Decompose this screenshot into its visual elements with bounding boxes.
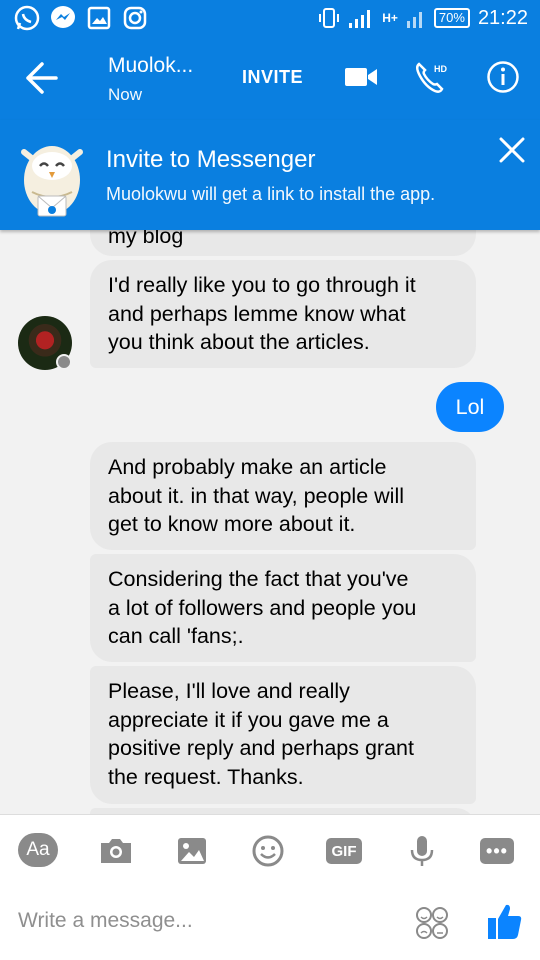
message-line: Considering the fact that you've <box>108 567 409 591</box>
video-call-icon[interactable] <box>344 62 378 92</box>
conversation-header: Muolok... Now INVITE HD <box>0 36 540 120</box>
message-line: a lot of followers and people you <box>108 595 417 620</box>
thumbs-up-icon[interactable] <box>486 901 522 941</box>
vibrate-icon <box>319 8 340 28</box>
message-bubble-outgoing[interactable]: Lol <box>436 382 504 432</box>
message-line: get to know more about it. <box>108 512 356 536</box>
message-bubble-incoming[interactable]: I'd really like you to go through it and… <box>90 260 476 368</box>
system-indicators: H+ 70% 21:22 <box>318 4 528 32</box>
messenger-icon <box>51 6 75 28</box>
hd-label: HD <box>434 64 447 74</box>
invite-banner[interactable]: Invite to Messenger Muolokwu will get a … <box>0 120 540 230</box>
close-icon[interactable] <box>498 136 526 164</box>
battery-indicator: 70% <box>433 8 470 28</box>
message-line: you think about the articles. <box>108 330 370 354</box>
message-line: and perhaps lemme know what <box>108 301 406 326</box>
status-bar: H+ 70% 21:22 <box>0 0 540 36</box>
message-text: my blog <box>108 230 184 248</box>
message-list[interactable]: my blog I'd really like you to go throug… <box>0 230 540 814</box>
owl-mascot-icon <box>21 146 83 217</box>
gif-button[interactable]: GIF <box>326 838 362 864</box>
message-line: appreciate it if you gave me a <box>108 707 389 732</box>
contact-title[interactable]: Muolok... Now <box>108 54 193 106</box>
message-line: positive reply and perhaps grant <box>108 736 414 760</box>
text-format-button[interactable]: Aa <box>18 833 58 867</box>
signal-icon-2 <box>406 12 422 28</box>
camera-icon[interactable] <box>96 833 136 869</box>
invite-button[interactable]: INVITE <box>242 67 303 88</box>
notification-icons <box>14 5 148 31</box>
sticker-faces-icon[interactable] <box>414 905 450 941</box>
hd-call-icon[interactable]: HD <box>414 60 450 94</box>
emoji-icon[interactable] <box>248 833 288 869</box>
microphone-icon[interactable] <box>402 833 442 869</box>
message-line: I'd really like you to go through it <box>108 273 416 297</box>
gallery-icon[interactable] <box>172 833 212 869</box>
message-bubble-incoming[interactable]: And probably make an article about it. i… <box>90 442 476 550</box>
gallery-icon <box>87 6 111 30</box>
composer-toolbar: Aa GIF ••• <box>0 833 540 873</box>
banner-title: Invite to Messenger <box>106 146 316 173</box>
message-line: can call 'fans;. <box>108 624 244 648</box>
composer: Aa GIF ••• <box>0 814 540 960</box>
message-line: the request. Thanks. <box>108 764 304 789</box>
message-line: Please, I'll love and really <box>108 679 350 703</box>
message-line: And probably make an article <box>108 455 387 479</box>
message-line: about it. in that way, people will <box>108 483 404 508</box>
instagram-icon <box>123 6 147 30</box>
message-bubble-incoming[interactable]: my blog <box>90 230 476 256</box>
whatsapp-icon <box>14 5 40 31</box>
info-icon[interactable] <box>486 60 520 94</box>
signal-icon <box>349 10 371 28</box>
back-arrow-icon[interactable] <box>22 60 62 96</box>
message-bubble-incoming[interactable]: Considering the fact that you've a lot o… <box>90 554 476 662</box>
more-options-button[interactable]: ••• <box>480 838 514 864</box>
contact-name: Muolok... <box>108 54 194 77</box>
banner-subtitle: Muolokwu will get a link to install the … <box>106 184 436 204</box>
message-input[interactable] <box>18 909 398 933</box>
contact-status: Now <box>108 85 143 104</box>
message-bubble-incoming[interactable]: Please, I'll love and really appreciate … <box>90 666 476 804</box>
clock: 21:22 <box>477 6 528 29</box>
network-type-label: H+ <box>382 11 398 25</box>
facebook-badge-icon <box>56 354 72 370</box>
